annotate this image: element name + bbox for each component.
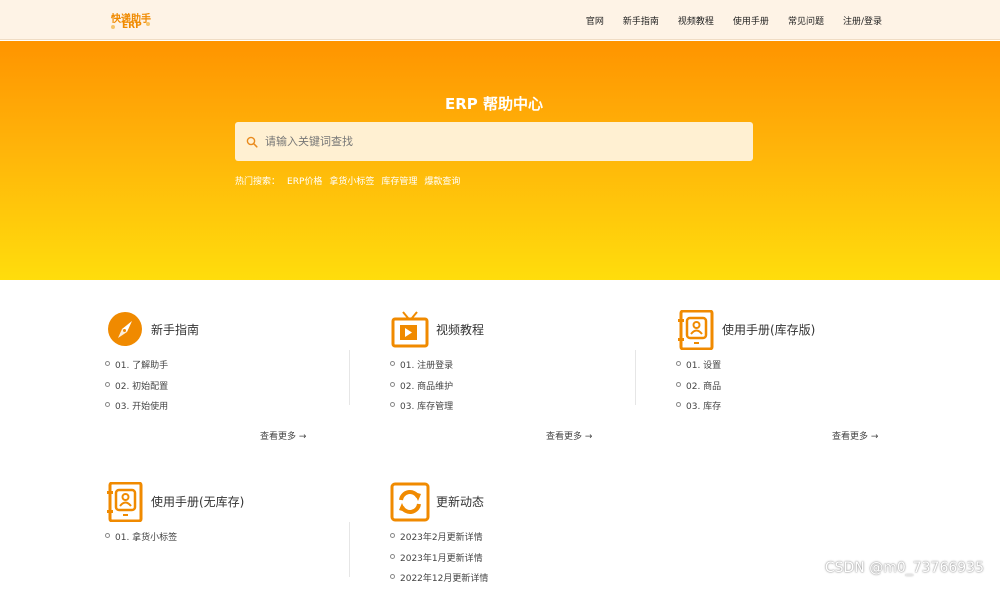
list-item[interactable]: 01. 了解助手	[105, 358, 168, 379]
page-title: ERP 帮助中心	[444, 95, 543, 113]
tv-play-icon	[391, 311, 429, 348]
nav-manual[interactable]: 使用手册	[733, 14, 769, 27]
logo-dot	[111, 25, 115, 29]
list-item[interactable]: 03. 库存管理	[390, 399, 453, 420]
section-title: 使用手册(库存版)	[722, 323, 816, 337]
list-item[interactable]: 02. 初始配置	[105, 379, 168, 400]
article-list: 2023年2月更新详情 2023年1月更新详情 2022年12月更新详情	[390, 530, 488, 592]
list-item[interactable]: 03. 库存	[676, 399, 721, 420]
article-list: 01. 了解助手 02. 初始配置 03. 开始使用	[105, 358, 168, 420]
hot-search-term[interactable]: 库存管理	[381, 177, 417, 187]
list-item[interactable]: 02. 商品维护	[390, 379, 453, 400]
divider	[349, 350, 350, 405]
logo-dot	[146, 22, 150, 26]
search-input[interactable]	[265, 122, 735, 161]
nav-faq[interactable]: 常见问题	[788, 14, 824, 27]
list-item[interactable]: 2023年1月更新详情	[390, 551, 488, 572]
hot-search-label: 热门搜索：	[235, 177, 281, 187]
view-more-link[interactable]: 查看更多 →	[832, 429, 878, 442]
list-item[interactable]: 01. 设置	[676, 358, 721, 379]
view-more-link[interactable]: 查看更多 →	[260, 429, 306, 442]
nav-home[interactable]: 官网	[586, 14, 604, 27]
list-item[interactable]: 02. 商品	[676, 379, 721, 400]
section-title: 新手指南	[151, 323, 200, 337]
divider	[635, 350, 636, 405]
list-item[interactable]: 01. 注册登录	[390, 358, 453, 379]
hero-banner: ERP 帮助中心 热门搜索： ERP价格拿货小标签库存管理爆款查询	[0, 41, 1000, 280]
list-item[interactable]: 2022年12月更新详情	[390, 571, 488, 592]
refresh-icon	[390, 482, 430, 522]
list-item[interactable]: 03. 开始使用	[105, 399, 168, 420]
watermark: CSDN @m0_73766935	[824, 560, 984, 576]
section-header[interactable]: 使用手册(无库存)	[105, 482, 365, 522]
manual-icon	[678, 310, 714, 350]
section-title: 视频教程	[436, 323, 485, 337]
section-title: 更新动态	[436, 495, 485, 509]
article-list: 01. 设置 02. 商品 03. 库存	[676, 358, 721, 420]
section-header[interactable]: 视频教程	[390, 310, 650, 350]
section-header[interactable]: 更新动态	[390, 482, 650, 522]
article-list: 01. 注册登录 02. 商品维护 03. 库存管理	[390, 358, 453, 420]
main-nav: 官网 新手指南 视频教程 使用手册 常见问题 注册/登录	[567, 14, 882, 27]
hot-search-term[interactable]: 拿货小标签	[329, 177, 374, 187]
list-item[interactable]: 01. 拿货小标签	[105, 530, 177, 551]
logo[interactable]: 快递助手 ERP	[108, 8, 154, 34]
hot-searches: 热门搜索： ERP价格 拿货小标签 库存管理 爆款查询	[235, 174, 467, 187]
nav-guide[interactable]: 新手指南	[623, 14, 659, 27]
nav-login[interactable]: 注册/登录	[843, 14, 882, 27]
section-title: 使用手册(无库存)	[151, 495, 245, 509]
manual-icon	[107, 482, 143, 522]
logo-subtext: ERP	[122, 21, 142, 31]
divider	[349, 522, 350, 577]
top-navbar: 快递助手 ERP 官网 新手指南 视频教程 使用手册 常见问题 注册/登录	[0, 0, 1000, 40]
view-more-link[interactable]: 查看更多 →	[546, 429, 592, 442]
hot-search-term[interactable]: ERP价格	[287, 177, 322, 187]
list-item[interactable]: 2023年2月更新详情	[390, 530, 488, 551]
section-header[interactable]: 新手指南	[105, 310, 365, 350]
section-header[interactable]: 使用手册(库存版)	[676, 310, 936, 350]
search-box[interactable]	[235, 122, 753, 161]
hot-search-term[interactable]: 爆款查询	[424, 177, 460, 187]
compass-icon	[108, 312, 142, 346]
nav-video[interactable]: 视频教程	[678, 14, 714, 27]
search-icon	[246, 136, 258, 148]
article-list: 01. 拿货小标签	[105, 530, 177, 551]
